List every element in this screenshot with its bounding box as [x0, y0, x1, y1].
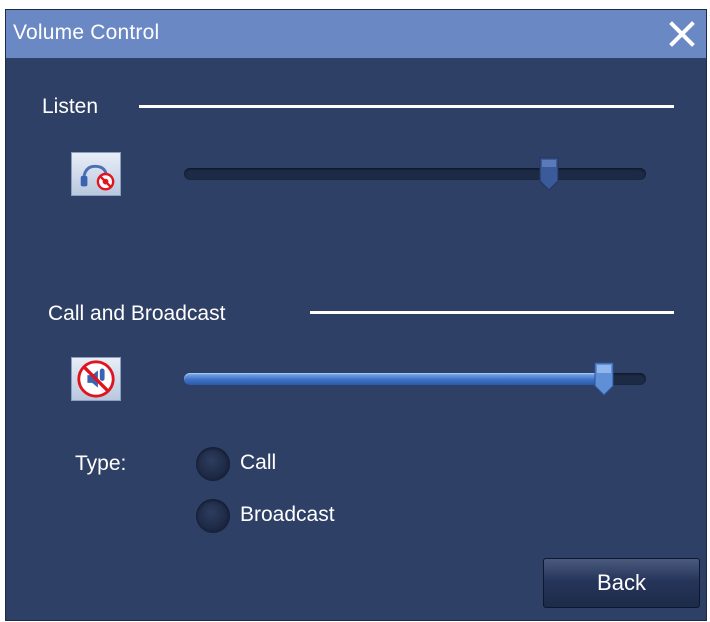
title-bar: Volume Control: [6, 10, 706, 58]
back-button[interactable]: Back: [543, 558, 700, 608]
call-broadcast-divider: [310, 311, 674, 314]
radio-broadcast-indicator[interactable]: [196, 499, 230, 533]
call-broadcast-slider-fill: [184, 373, 604, 385]
close-icon: [669, 21, 695, 47]
listen-section-label: Listen: [42, 95, 99, 118]
listen-divider: [139, 105, 674, 108]
window-title: Volume Control: [13, 21, 160, 44]
headset-muted-icon: [80, 164, 115, 191]
call-broadcast-section-label: Call and Broadcast: [48, 302, 226, 325]
close-button[interactable]: [666, 18, 698, 50]
call-broadcast-volume-slider[interactable]: [184, 362, 646, 396]
type-label: Type:: [75, 452, 127, 475]
listen-slider-thumb[interactable]: [538, 157, 560, 191]
radio-call-label: Call: [240, 451, 277, 474]
radio-broadcast-label: Broadcast: [240, 503, 335, 526]
radio-call-indicator[interactable]: [196, 447, 230, 481]
listen-volume-slider[interactable]: [184, 157, 646, 191]
listen-mute-button[interactable]: [71, 152, 121, 196]
listen-slider-track: [184, 168, 646, 180]
call-broadcast-mute-button[interactable]: [71, 357, 121, 401]
call-broadcast-slider-thumb[interactable]: [593, 362, 615, 396]
speaker-muted-icon: [77, 360, 115, 398]
volume-control-window: Volume Control Listen Call and Broadcast…: [5, 9, 707, 621]
